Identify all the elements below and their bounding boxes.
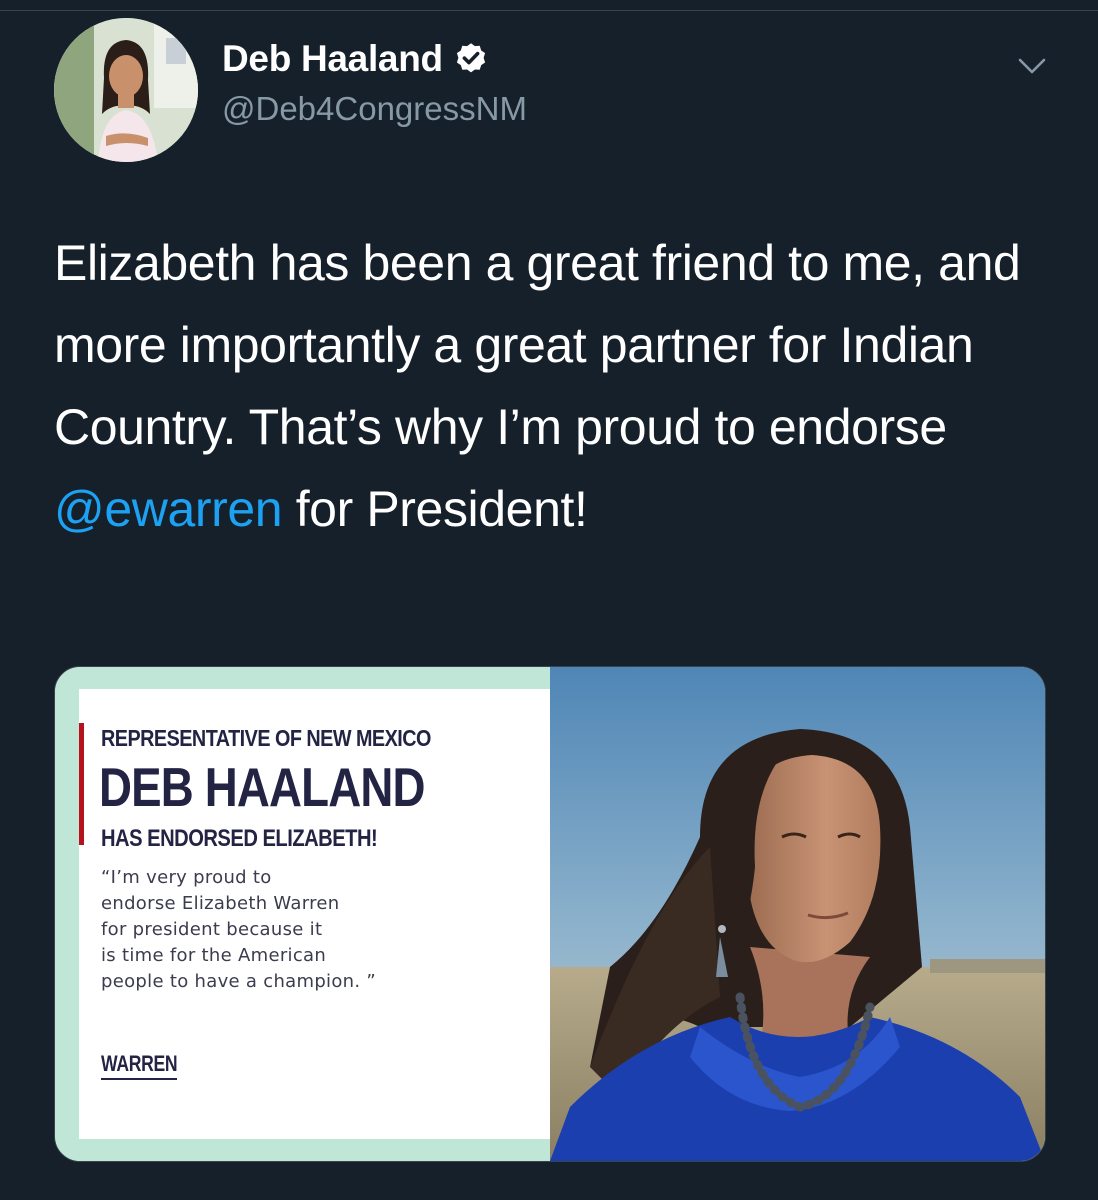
- avatar-image: [54, 18, 198, 162]
- quote-line: “I’m very proud to: [101, 867, 272, 888]
- quote-line: people to have a champion. ”: [101, 971, 377, 992]
- quote-line: for president because it: [101, 919, 323, 940]
- quote-line: endorse Elizabeth Warren: [101, 893, 340, 914]
- graphic-subhead: HAS ENDORSED ELIZABETH!: [101, 825, 378, 852]
- chevron-down-icon[interactable]: [1014, 48, 1050, 84]
- display-name[interactable]: Deb Haaland: [222, 38, 489, 80]
- portrait-photo: [550, 667, 1045, 1161]
- graphic-kicker: REPRESENTATIVE OF NEW MEXICO: [101, 725, 431, 751]
- endorsement-graphic: REPRESENTATIVE OF NEW MEXICO DEB HAALAND…: [55, 667, 550, 1161]
- tweet-text-part: Elizabeth has been a great friend to me,…: [54, 235, 1021, 455]
- verified-badge-icon: [456, 43, 485, 73]
- portrait-image: [550, 667, 1045, 1161]
- tweet-text: Elizabeth has been a great friend to me,…: [54, 222, 1054, 550]
- warren-logo: WARREN: [101, 1051, 178, 1080]
- avatar[interactable]: [54, 18, 198, 162]
- red-rule: [79, 723, 84, 845]
- quote-line: is time for the American: [101, 945, 327, 966]
- user-handle[interactable]: @Deb4CongressNM: [222, 90, 527, 128]
- tweet: Deb Haaland @Deb4CongressNM Elizabeth ha…: [0, 0, 1098, 1200]
- graphic-quote: “I’m very proud to endorse Elizabeth War…: [101, 865, 501, 995]
- media-card[interactable]: REPRESENTATIVE OF NEW MEXICO DEB HAALAND…: [54, 666, 1046, 1162]
- tweet-text-part: for President!: [282, 481, 588, 537]
- display-name-text[interactable]: Deb Haaland: [222, 38, 443, 80]
- graphic-headline: DEB HAALAND: [99, 756, 425, 818]
- mention-link[interactable]: @ewarren: [54, 481, 283, 537]
